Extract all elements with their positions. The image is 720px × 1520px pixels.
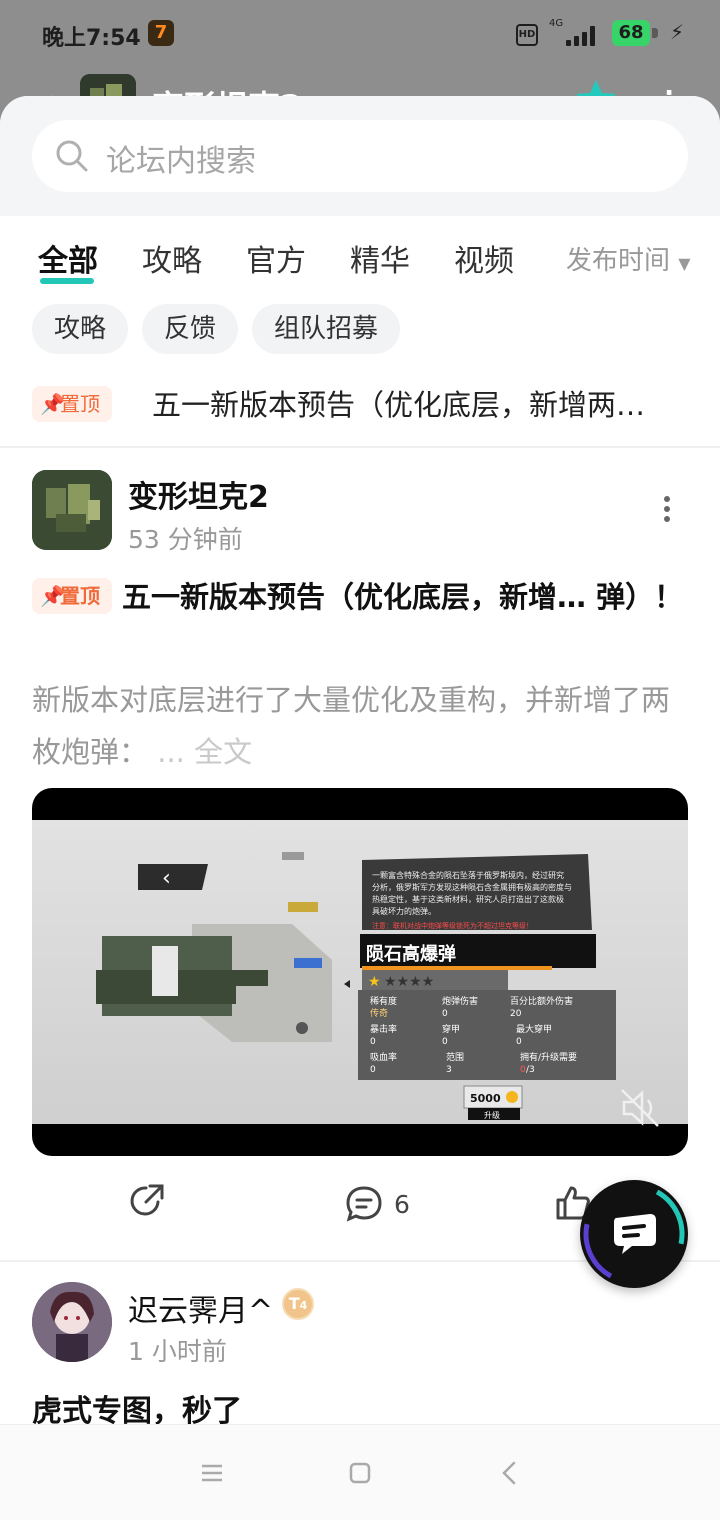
- post-pinned-badge: 📌置顶: [32, 578, 112, 614]
- comment-count: 6: [394, 1190, 410, 1219]
- svg-text:百分比额外伤害: 百分比额外伤害: [510, 995, 573, 1007]
- status-bar: 晚上7:54 7 HD 4G 68 ⚡: [0, 0, 720, 70]
- svg-text:穿甲: 穿甲: [442, 1023, 460, 1035]
- mute-icon[interactable]: [618, 1086, 662, 1130]
- chat-bubble-icon: [583, 1183, 685, 1285]
- svg-text:3: 3: [446, 1065, 452, 1075]
- pin-icon: 📌: [40, 392, 65, 416]
- svg-text:热稳定性，基于这类新材料，研究人员打造出了这款极: 热稳定性，基于这类新材料，研究人员打造出了这款极: [372, 894, 564, 904]
- svg-text:/3: /3: [526, 1065, 535, 1075]
- tab-official[interactable]: 官方: [246, 236, 306, 280]
- pinned-badge: 📌置顶: [32, 386, 112, 422]
- svg-text:具破坏力的炮弹。: 具破坏力的炮弹。: [372, 906, 436, 916]
- battery-icon: [652, 28, 658, 38]
- svg-text:炮弹伤害: 炮弹伤害: [442, 995, 478, 1007]
- tab-all[interactable]: 全部: [38, 236, 98, 280]
- chip-team-recruit[interactable]: 组队招募: [252, 304, 401, 354]
- search-icon: [56, 140, 88, 172]
- pin-icon: 📌: [40, 584, 65, 608]
- user-level: 4: [299, 1299, 308, 1312]
- divider: [0, 446, 720, 448]
- tab-featured[interactable]: 精华: [350, 236, 410, 280]
- comment-button[interactable]: 6: [344, 1182, 424, 1232]
- chip-feedback[interactable]: 反馈: [142, 304, 239, 354]
- post-more-icon[interactable]: [662, 496, 672, 526]
- tab-video[interactable]: 视频: [454, 236, 514, 280]
- svg-text:升级: 升级: [484, 1110, 500, 1120]
- svg-text:一颗富含特殊合金的陨石坠落于俄罗斯境内，经过研究: 一颗富含特殊合金的陨石坠落于俄罗斯境内，经过研究: [372, 870, 564, 880]
- svg-text:0: 0: [370, 1037, 376, 1047]
- app-notification-icon: 7: [148, 20, 174, 46]
- svg-text:拥有/升级需要: 拥有/升级需要: [520, 1051, 577, 1063]
- svg-text:注意：联机对战中炮弹等级锁死为不超过坦克等级！: 注意：联机对战中炮弹等级锁死为不超过坦克等级！: [372, 921, 533, 930]
- chat-fab-button[interactable]: [580, 1180, 688, 1288]
- tab-guides[interactable]: 攻略: [142, 236, 202, 280]
- svg-text:稀有度: 稀有度: [370, 995, 397, 1007]
- svg-text:吸血率: 吸血率: [370, 1051, 397, 1063]
- chip-guides[interactable]: 攻略: [32, 304, 129, 354]
- search-placeholder: 论坛内搜索: [106, 144, 256, 179]
- charging-icon: ⚡: [670, 20, 685, 44]
- status-time: 晚上7:54: [42, 26, 141, 51]
- svg-text:范围: 范围: [446, 1051, 464, 1063]
- back-nav-icon[interactable]: [496, 1459, 524, 1487]
- active-tab-indicator: [40, 278, 94, 284]
- search-input[interactable]: 论坛内搜索: [32, 120, 688, 192]
- signal-icon: [566, 26, 600, 46]
- sort-dropdown[interactable]: 发布时间 ▼: [566, 240, 691, 277]
- pinned-badge-text: 置顶: [60, 392, 100, 416]
- user-level-badge: T4: [282, 1288, 314, 1320]
- system-navigation-bar: [0, 1424, 720, 1520]
- svg-text:0: 0: [370, 1065, 376, 1075]
- battery-level: 68: [612, 20, 650, 46]
- post-time: 53 分钟前: [128, 525, 243, 554]
- post2-author-name[interactable]: 迟云霁月^: [128, 1286, 273, 1330]
- video-item-name: 陨石高爆弹: [366, 943, 456, 965]
- post-author-name[interactable]: 变形坦克2: [128, 472, 269, 516]
- post2-author-avatar[interactable]: [32, 1282, 112, 1362]
- svg-text:0: 0: [442, 1009, 448, 1019]
- video-frame: ‹ 一颗富含特殊合金的陨石坠落于俄罗斯境内，经过研究 分析，俄罗斯军方发现这种陨…: [32, 820, 688, 1124]
- forum-sheet: 论坛内搜索 全部 攻略 官方 精华 视频 发布时间 ▼ 攻略 反馈 组队招募 📌…: [0, 96, 720, 1520]
- svg-text:0: 0: [516, 1037, 522, 1047]
- chevron-down-icon: ▼: [678, 254, 691, 273]
- sort-label: 发布时间: [566, 246, 671, 276]
- pinned-post[interactable]: 📌置顶 五一新版本预告（优化底层，新增两…: [32, 382, 688, 426]
- network-type: 4G: [549, 18, 564, 29]
- post2-time: 1 小时前: [128, 1337, 227, 1366]
- pinned-post-title: 五一新版本预告（优化底层，新增两…: [152, 388, 646, 422]
- post-body: 新版本对底层进行了大量优化及重构，并新增了两枚炮弹： ... 全文: [32, 674, 688, 778]
- read-more-link[interactable]: ... 全文: [157, 735, 252, 769]
- share-icon: [130, 1184, 164, 1216]
- svg-text:分析，俄罗斯军方发现这种陨石含金属拥有极高的密度与: 分析，俄罗斯军方发现这种陨石含金属拥有极高的密度与: [372, 882, 572, 892]
- search-area: 论坛内搜索: [0, 96, 720, 216]
- post-body-text: 新版本对底层进行了大量优化及重构，并新增了两枚炮弹：: [32, 683, 671, 769]
- hd-icon: HD: [516, 24, 538, 46]
- post-video[interactable]: ‹ 一颗富含特殊合金的陨石坠落于俄罗斯境内，经过研究 分析，俄罗斯军方发现这种陨…: [32, 788, 688, 1156]
- svg-text:0: 0: [442, 1037, 448, 1047]
- svg-text:★: ★: [368, 974, 381, 990]
- share-button[interactable]: [128, 1182, 166, 1232]
- post-author-avatar[interactable]: [32, 470, 112, 550]
- post-title-text: 五一新版本预告（优化底层，新增… 弹）！: [122, 580, 684, 614]
- svg-text:‹: ‹: [162, 866, 171, 891]
- post-title[interactable]: 📌置顶 五一新版本预告（优化底层，新增… 弹）！: [32, 574, 688, 620]
- svg-text:20: 20: [510, 1009, 522, 1019]
- tab-bar: 全部 攻略 官方 精华 视频 发布时间 ▼: [0, 236, 720, 286]
- svg-text:5000: 5000: [470, 1092, 501, 1105]
- svg-text:最大穿甲: 最大穿甲: [516, 1023, 552, 1035]
- svg-text:★★★★: ★★★★: [384, 974, 434, 990]
- post-pinned-badge-text: 置顶: [60, 584, 100, 608]
- menu-icon[interactable]: [198, 1459, 226, 1487]
- home-icon[interactable]: [346, 1459, 374, 1487]
- svg-text:传奇: 传奇: [370, 1007, 388, 1019]
- svg-text:暴击率: 暴击率: [370, 1023, 397, 1035]
- comment-icon: [346, 1186, 382, 1222]
